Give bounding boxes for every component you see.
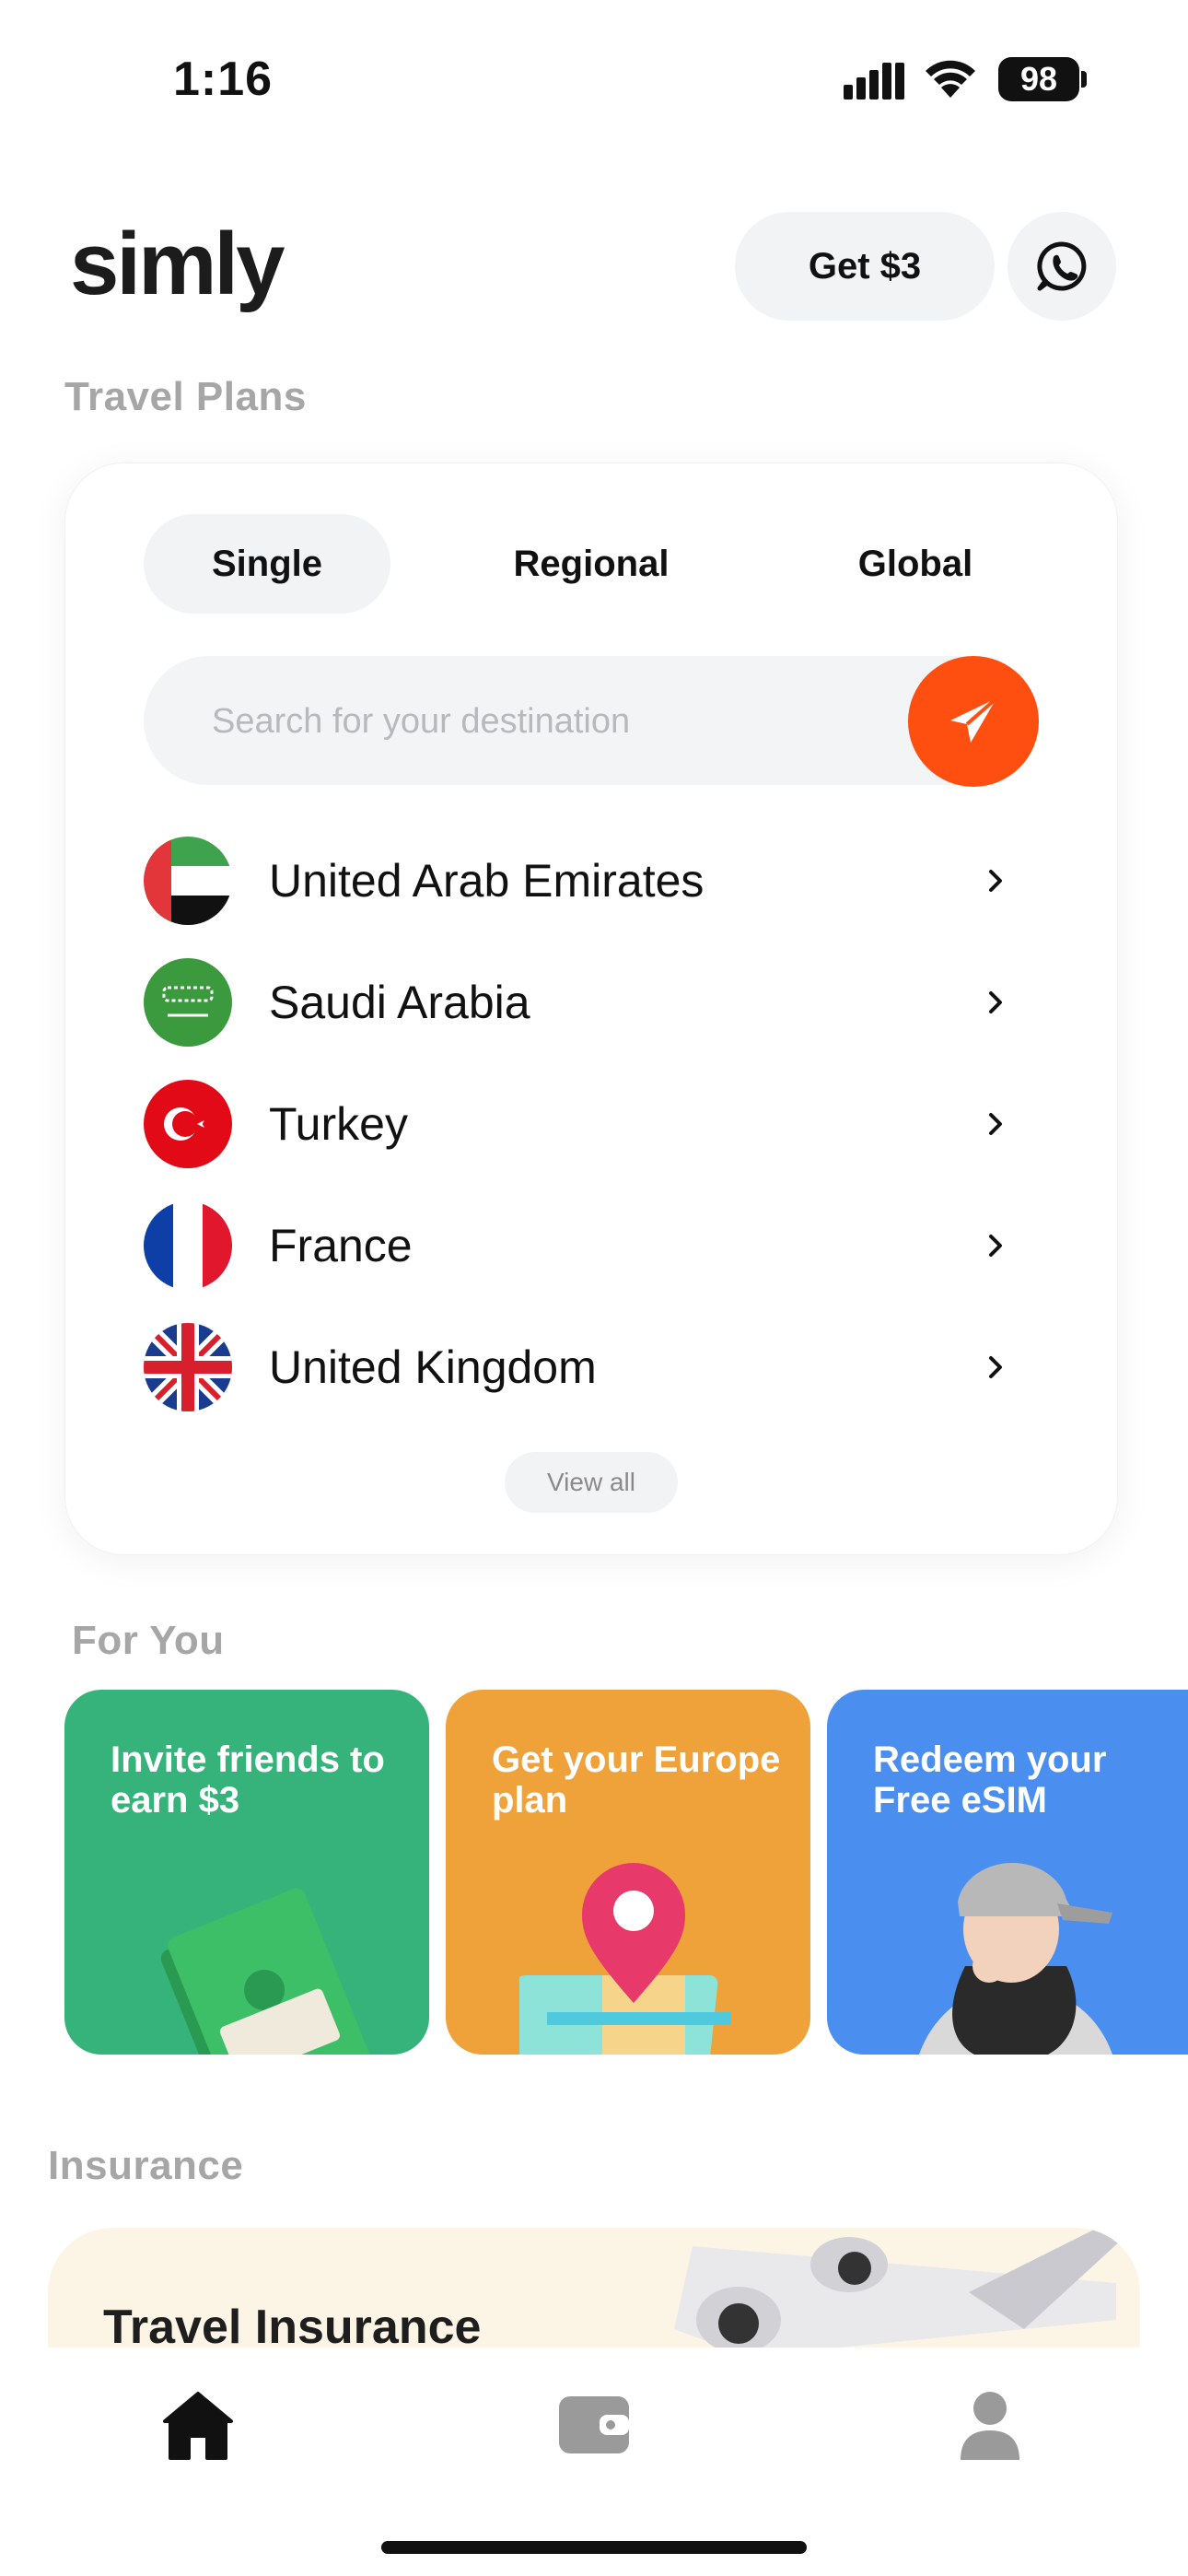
whatsapp-button[interactable] <box>1007 212 1116 321</box>
battery-indicator: 98 <box>998 57 1079 101</box>
cellular-signal-icon <box>844 63 904 100</box>
get-credit-button[interactable]: Get $3 <box>735 212 995 321</box>
country-row-uae[interactable]: United Arab Emirates <box>144 829 1009 932</box>
country-name: Turkey <box>269 1098 408 1150</box>
country-row-turkey[interactable]: Turkey <box>144 1072 1009 1176</box>
chevron-right-icon <box>989 1113 1002 1135</box>
tab-global[interactable]: Global <box>792 514 1039 614</box>
uae-flag-icon <box>144 837 232 925</box>
turkey-flag-icon <box>144 1080 232 1168</box>
status-time: 1:16 <box>173 53 274 106</box>
whatsapp-icon <box>1037 241 1087 291</box>
tab-regional[interactable]: Regional <box>468 514 715 614</box>
travel-plans-heading: Travel Plans <box>64 374 307 419</box>
paper-plane-icon <box>950 697 998 743</box>
search-go-button[interactable] <box>908 656 1039 787</box>
wifi-icon <box>926 60 975 98</box>
insurance-heading: Insurance <box>48 2143 244 2188</box>
view-all-button[interactable]: View all <box>505 1452 678 1513</box>
country-row-saudi-arabia[interactable]: Saudi Arabia <box>144 951 1009 1054</box>
country-row-united-kingdom[interactable]: United Kingdom <box>144 1316 1009 1419</box>
chevron-right-icon <box>989 870 1002 892</box>
united-kingdom-flag-icon <box>144 1323 232 1411</box>
profile-icon <box>961 2392 1019 2460</box>
airplane-icon <box>674 2228 1135 2357</box>
battery-cap <box>1081 71 1087 88</box>
promo-card-text: Invite friends to earn $3 <box>111 1739 385 1821</box>
wallet-icon <box>559 2396 629 2453</box>
for-you-heading: For You <box>72 1618 225 1663</box>
money-stack-icon <box>160 1888 375 2055</box>
tab-single[interactable]: Single <box>144 514 390 614</box>
destination-search-box <box>144 656 1039 787</box>
promo-card-invite[interactable]: Invite friends to earn $3 <box>64 1690 429 2055</box>
simly-logo: simly <box>70 215 285 313</box>
chevron-right-icon <box>989 1356 1002 1378</box>
country-name: France <box>269 1220 413 1271</box>
chevron-right-icon <box>989 1235 1002 1257</box>
promo-card-text: Redeem your Free eSIM <box>873 1739 1107 1821</box>
country-row-france[interactable]: France <box>144 1194 1009 1297</box>
country-name: United Arab Emirates <box>269 855 705 907</box>
avatar-girl-icon <box>919 1863 1112 2055</box>
chevron-right-icon <box>989 991 1002 1013</box>
country-name: Saudi Arabia <box>269 977 530 1028</box>
promo-card-text: Get your Europe plan <box>492 1739 781 1821</box>
destination-search-input[interactable] <box>210 656 950 787</box>
country-name: United Kingdom <box>269 1341 597 1393</box>
promo-card-free-esim[interactable]: Redeem your Free eSIM <box>827 1690 1188 2055</box>
nav-home[interactable] <box>157 2386 239 2464</box>
promo-card-europe[interactable]: Get your Europe plan <box>446 1690 810 2055</box>
nav-profile[interactable] <box>949 2386 1031 2464</box>
saudi-arabia-flag-icon <box>144 958 232 1047</box>
home-icon <box>163 2392 233 2460</box>
nav-wallet[interactable] <box>553 2386 635 2464</box>
map-pin-icon <box>519 1863 731 2055</box>
home-indicator <box>381 2541 807 2554</box>
france-flag-icon <box>144 1201 232 1290</box>
travel-insurance-title: Travel Insurance <box>103 2301 482 2354</box>
